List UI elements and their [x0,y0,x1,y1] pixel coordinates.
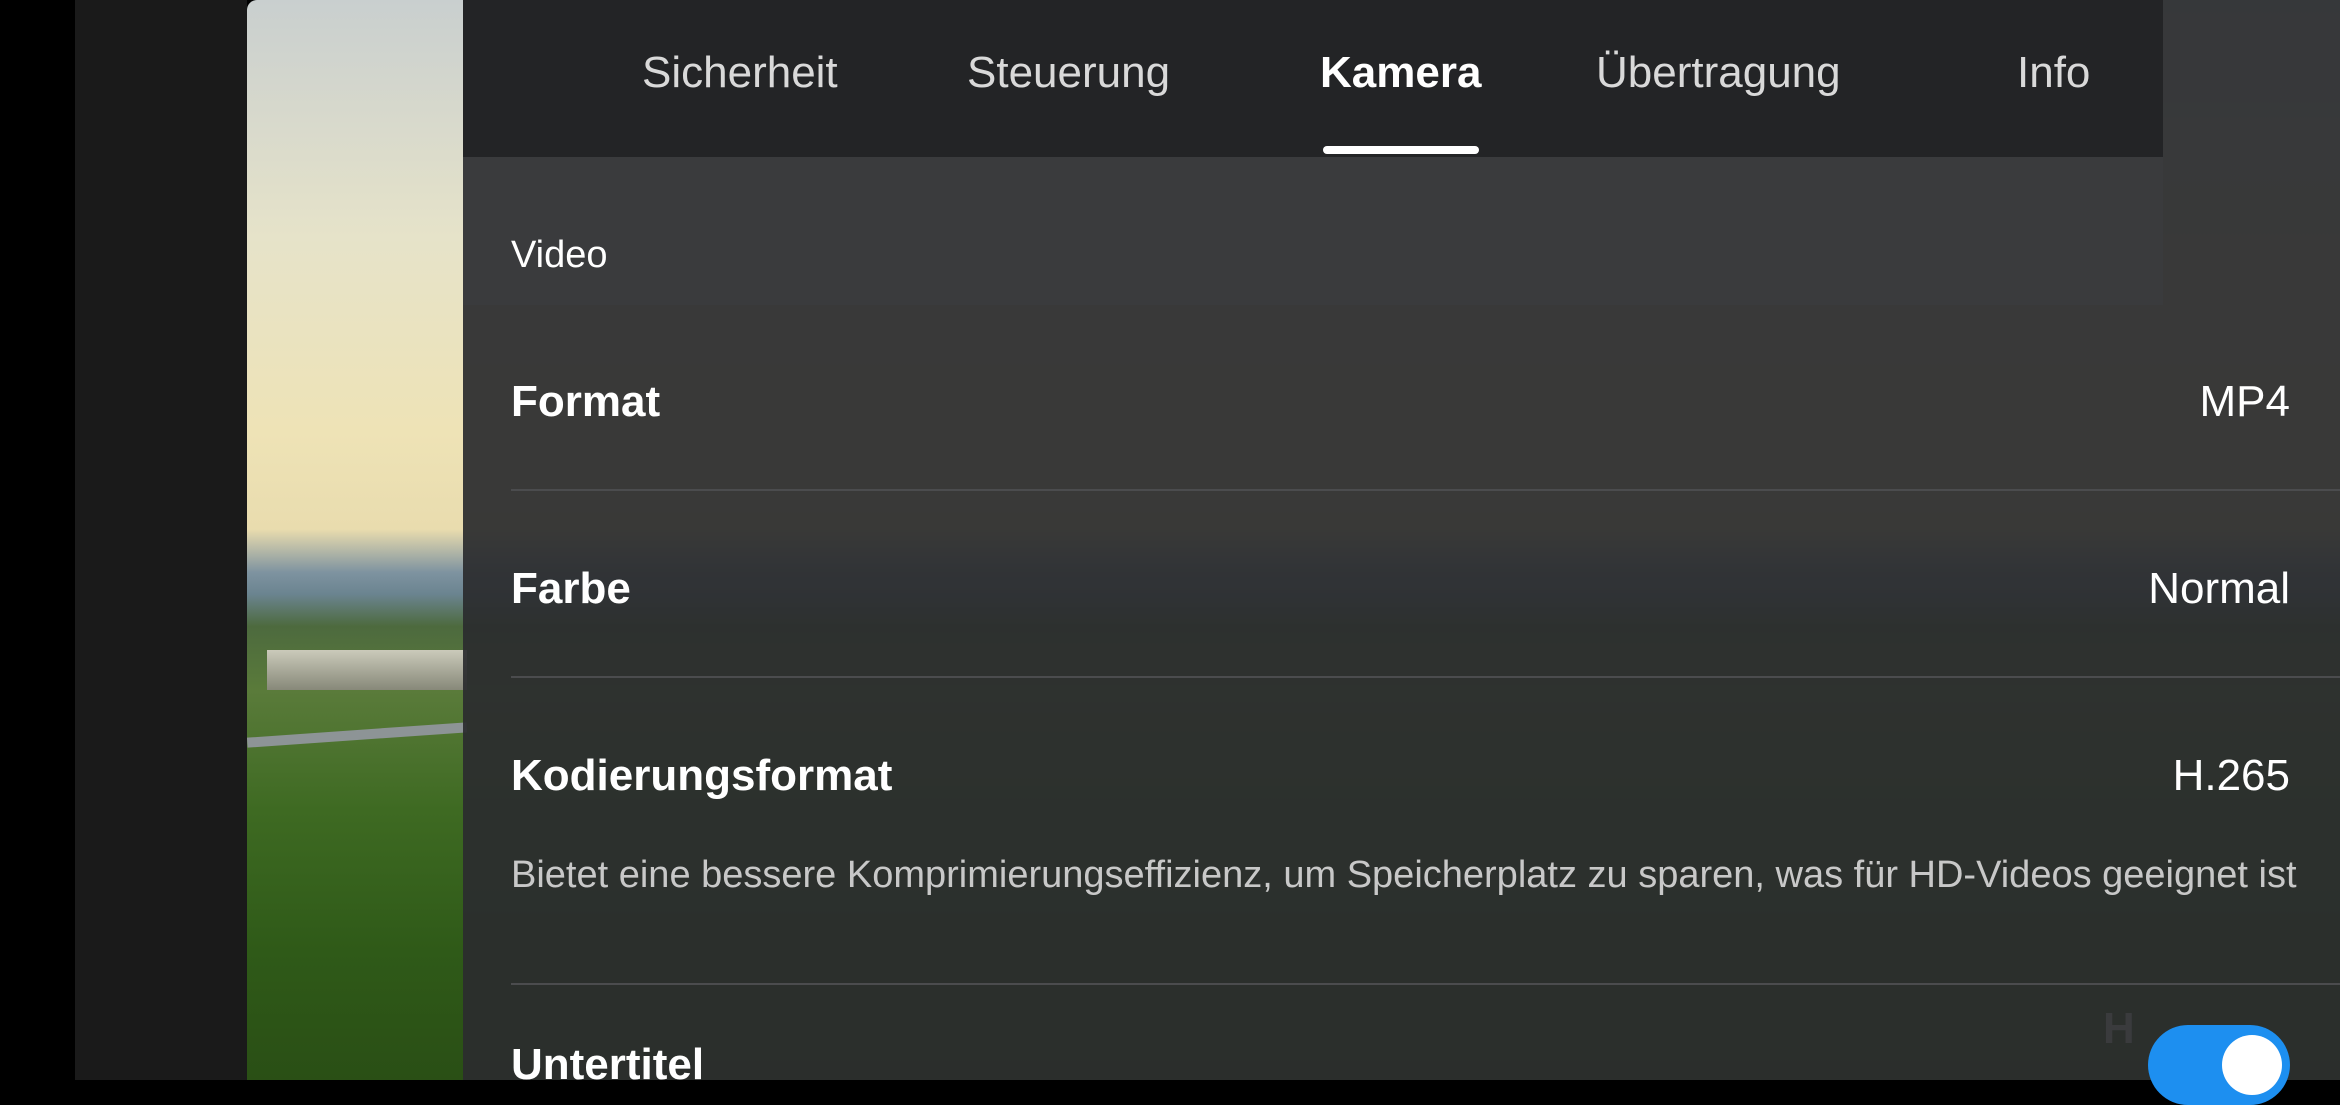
overlay-partial-text: H [2103,1004,2135,1053]
settings-panel: Sicherheit Steuerung Kamera Übertragung … [463,0,2340,1105]
kodierungsformat-description: Bietet eine bessere Komprimierungseffizi… [511,854,2297,896]
format-label: Format [511,377,661,426]
tab-steuerung[interactable]: Steuerung [967,48,1170,98]
divider [511,983,2340,985]
divider [511,489,2340,491]
tab-info[interactable]: Info [2017,48,2090,98]
section-title-video: Video [511,234,608,276]
settings-tab-bar: Sicherheit Steuerung Kamera Übertragung … [463,0,2163,157]
active-tab-indicator [1323,146,1479,154]
farbe-value[interactable]: Normal [2148,564,2290,614]
tab-kamera[interactable]: Kamera [1320,48,1481,98]
toggle-knob [2222,1035,2282,1095]
tab-uebertragung[interactable]: Übertragung [1596,48,1841,98]
format-value[interactable]: MP4 [2200,377,2290,427]
kodierungsformat-label: Kodierungsformat [511,751,893,800]
untertitel-toggle[interactable] [2148,1025,2290,1105]
live-view-road [247,722,468,748]
kodierungsformat-value[interactable]: H.265 [2173,751,2290,801]
section-header-bar [463,157,2163,305]
untertitel-label: Untertitel [511,1040,705,1089]
left-gutter [75,0,247,1080]
divider [511,676,2340,678]
screen-edge [0,0,75,1080]
live-view-buildings [267,650,467,690]
farbe-label: Farbe [511,564,631,613]
tab-sicherheit[interactable]: Sicherheit [642,48,838,98]
